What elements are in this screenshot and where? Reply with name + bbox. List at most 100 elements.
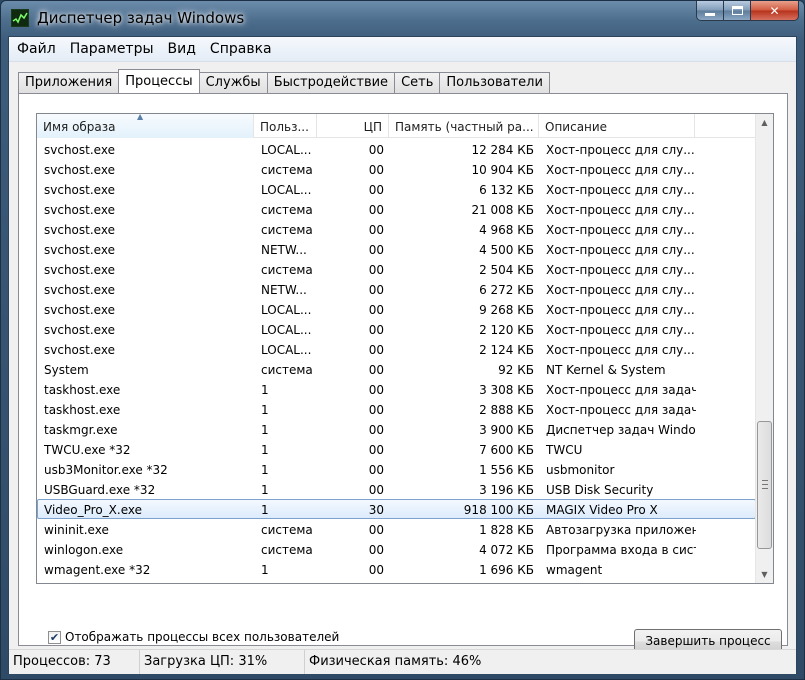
- status-bar: Процессов: 73 Загрузка ЦП: 31% Физическа…: [9, 649, 796, 674]
- table-row[interactable]: taskmgr.exe 1 00 3 900 КБ Диспетчер задач Wi…: [37, 419, 756, 439]
- cell-image-name: svchost.exe: [44, 223, 115, 237]
- cell-image-name: svchost.exe: [44, 243, 115, 257]
- table-row[interactable]: svchost.exe система 00 10 904 КБ Хост-процес…: [37, 159, 756, 179]
- cell-user: система: [261, 203, 313, 217]
- vertical-scrollbar[interactable]: ▲ ▼: [755, 114, 773, 583]
- table-row[interactable]: TWCU.exe *32 1 00 7 600 КБ TWCU: [37, 439, 756, 459]
- window-title: Диспетчер задач Windows: [37, 9, 245, 27]
- table-row[interactable]: svchost.exe LOCAL... 00 2 124 КБ Хост-процес…: [37, 339, 756, 359]
- cell-description: Хост-процесс для задач...: [546, 403, 696, 417]
- table-row[interactable]: svchost.exe система 00 2 504 КБ Хост-процесс…: [37, 259, 756, 279]
- table-row[interactable]: taskhost.exe 1 00 2 888 КБ Хост-процесс для …: [37, 399, 756, 419]
- cell-description: Хост-процесс для слу...: [546, 223, 695, 237]
- cell-description: USB Disk Security: [546, 483, 654, 497]
- cell-image-name: taskmgr.exe: [44, 423, 118, 437]
- cell-cpu: 00: [368, 483, 384, 497]
- cell-memory: 7 600 КБ: [479, 443, 534, 457]
- task-manager-icon[interactable]: [11, 9, 29, 27]
- cell-image-name: svchost.exe: [44, 203, 115, 217]
- menu-help[interactable]: Справка: [203, 37, 279, 61]
- tab-performance[interactable]: Быстродействие: [266, 72, 396, 93]
- scroll-down-icon[interactable]: ▼: [756, 566, 773, 583]
- column-header-description[interactable]: Описание: [539, 114, 695, 138]
- tab-processes[interactable]: Процессы: [118, 69, 200, 93]
- menu-file[interactable]: Файл: [10, 37, 63, 61]
- table-row[interactable]: System система 00 92 КБ NT Kernel & System: [37, 359, 756, 379]
- status-process-count: Процессов: 73: [9, 650, 140, 674]
- table-row[interactable]: usb3Monitor.exe *32 1 00 1 556 КБ usbmonitor: [37, 459, 756, 479]
- cell-user: LOCAL...: [261, 303, 312, 317]
- close-button[interactable]: ✕: [751, 1, 799, 21]
- cell-description: Хост-процесс для слу...: [546, 303, 695, 317]
- cell-description: TWCU: [546, 443, 583, 457]
- sort-ascending-icon: ▲: [137, 114, 144, 121]
- column-header-memory[interactable]: Память (частный ра...: [389, 114, 539, 138]
- table-row[interactable]: wininit.exe система 00 1 828 КБ Автозагрузка…: [37, 519, 756, 539]
- tab-services[interactable]: Службы: [198, 72, 268, 93]
- table-row[interactable]: wmagent.exe *32 1 00 1 696 КБ wmagent: [37, 559, 756, 579]
- menu-view[interactable]: Вид: [161, 37, 203, 61]
- table-row[interactable]: svchost.exe система 00 21 008 КБ Хост-процес…: [37, 199, 756, 219]
- cell-description: Хост-процесс для слу...: [546, 143, 695, 157]
- cell-description: Хост-процесс для слу...: [546, 283, 695, 297]
- cell-cpu: 00: [368, 323, 384, 337]
- column-header-cpu[interactable]: ЦП: [317, 114, 389, 138]
- cell-image-name: svchost.exe: [44, 263, 115, 277]
- caption-buttons: ✕: [696, 1, 799, 22]
- table-row[interactable]: svchost.exe система 00 4 968 КБ Хост-процесс…: [37, 219, 756, 239]
- cell-cpu: 00: [368, 183, 384, 197]
- title-bar[interactable]: Диспетчер задач Windows ✕: [1, 1, 804, 37]
- cell-memory: 4 072 КБ: [479, 543, 534, 557]
- cell-cpu: 00: [368, 543, 384, 557]
- menu-options[interactable]: Параметры: [63, 37, 161, 61]
- minimize-button[interactable]: [696, 1, 724, 21]
- cell-memory: 1 696 КБ: [479, 563, 534, 577]
- column-header-image-name[interactable]: ▲ Имя образа: [37, 114, 254, 138]
- cell-description: Хост-процесс для слу...: [546, 243, 695, 257]
- cell-description: Хост-процесс для задач...: [546, 383, 696, 397]
- cell-memory: 1 556 КБ: [479, 463, 534, 477]
- cell-image-name: TWCU.exe *32: [44, 443, 131, 457]
- cell-user: 1: [261, 503, 269, 517]
- table-row[interactable]: svchost.exe LOCAL... 00 9 268 КБ Хост-процес…: [37, 299, 756, 319]
- table-row[interactable]: svchost.exe LOCAL... 00 2 120 КБ Хост-процес…: [37, 319, 756, 339]
- cell-image-name: wmagent.exe *32: [44, 563, 151, 577]
- table-row[interactable]: svchost.exe NETW... 00 6 272 КБ Хост-процесс…: [37, 279, 756, 299]
- cell-memory: 2 120 КБ: [479, 323, 534, 337]
- maximize-button[interactable]: [724, 1, 751, 21]
- cell-memory: 6 132 КБ: [479, 183, 534, 197]
- cell-image-name: svchost.exe: [44, 323, 115, 337]
- cell-description: NT Kernel & System: [546, 363, 666, 377]
- cell-user: NETW...: [261, 283, 307, 297]
- cell-user: система: [261, 523, 313, 537]
- cell-user: LOCAL...: [261, 343, 312, 357]
- status-physical-memory: Физическая память: 46%: [309, 654, 482, 669]
- table-row[interactable]: USBGuard.exe *32 1 00 3 196 КБ USB Disk Secu…: [37, 479, 756, 499]
- process-list[interactable]: ▲ Имя образа Польз... ЦП Память (частный…: [36, 113, 774, 584]
- table-row[interactable]: Video_Pro_X.exe 1 30 918 100 КБ MAGIX Video …: [37, 499, 756, 519]
- cell-user: 1: [261, 403, 269, 417]
- client-area: Файл Параметры Вид Справка Приложения Пр…: [8, 36, 797, 674]
- cell-memory: 4 968 КБ: [479, 223, 534, 237]
- column-header-user[interactable]: Польз...: [254, 114, 317, 138]
- show-all-users-option[interactable]: ✔ Отображать процессы всех пользователей: [48, 630, 339, 644]
- table-row[interactable]: taskhost.exe 1 00 3 308 КБ Хост-процесс для …: [37, 379, 756, 399]
- show-all-users-checkbox[interactable]: ✔: [48, 630, 61, 644]
- tab-applications[interactable]: Приложения: [18, 72, 120, 93]
- maximize-icon: [731, 6, 743, 15]
- scrollbar-thumb[interactable]: [757, 421, 772, 549]
- cell-cpu: 00: [368, 283, 384, 297]
- table-row[interactable]: winlogon.exe система 00 4 072 КБ Программа в…: [37, 539, 756, 559]
- cell-memory: 3 196 КБ: [479, 483, 534, 497]
- cell-image-name: svchost.exe: [44, 143, 115, 157]
- table-row[interactable]: svchost.exe LOCAL... 00 6 132 КБ Хост-процес…: [37, 179, 756, 199]
- cell-user: 1: [261, 463, 269, 477]
- scroll-up-icon[interactable]: ▲: [756, 114, 773, 131]
- table-row[interactable]: svchost.exe NETW... 00 4 500 КБ Хост-процесс…: [37, 239, 756, 259]
- cell-description: Автозагрузка приложений...: [546, 523, 696, 537]
- tab-network[interactable]: Сеть: [394, 72, 441, 93]
- process-rows: svchost.exe LOCAL... 00 12 284 КБ Хост-проце…: [37, 139, 756, 579]
- cell-description: usbmonitor: [546, 463, 615, 477]
- tab-users[interactable]: Пользователи: [439, 72, 550, 93]
- table-row[interactable]: svchost.exe LOCAL... 00 12 284 КБ Хост-проце…: [37, 139, 756, 159]
